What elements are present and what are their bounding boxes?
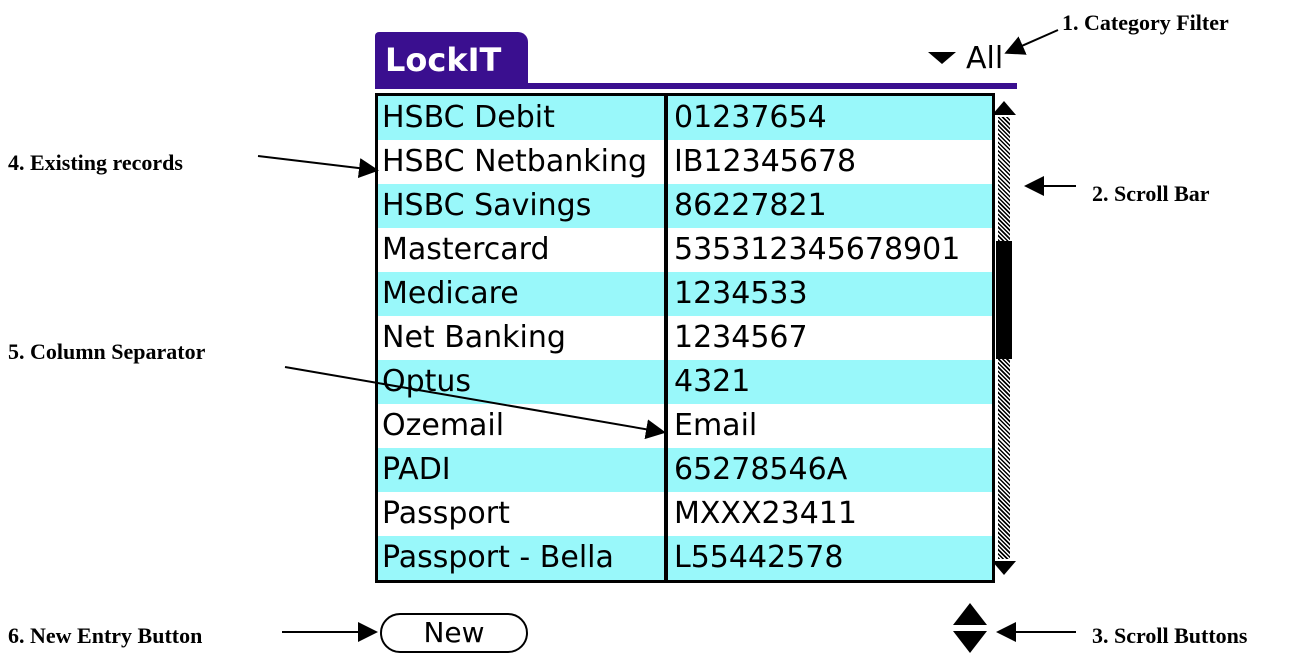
arrow-existing-records [257,155,379,179]
arrow-category-filter [1004,29,1059,55]
arrow-column-separator [284,366,666,440]
annotation-arrows [257,29,1076,642]
